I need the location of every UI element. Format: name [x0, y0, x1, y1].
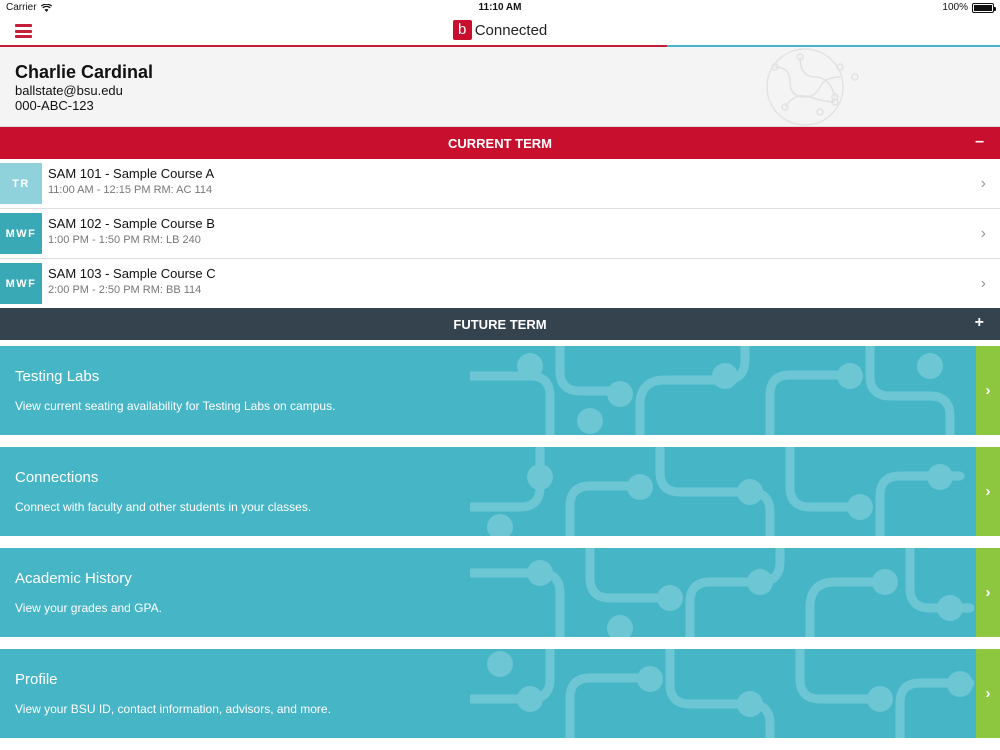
future-term-header[interactable]: FUTURE TERM + [0, 308, 1000, 340]
circuit-pattern-decoration [470, 649, 975, 738]
chevron-right-icon[interactable]: › [976, 548, 1000, 637]
card-title: Academic History [15, 570, 132, 587]
user-name: Charlie Cardinal [15, 62, 154, 82]
current-term-label: CURRENT TERM [448, 135, 552, 151]
chevron-right-icon[interactable]: › [976, 649, 1000, 738]
battery-percent: 100% [942, 2, 968, 13]
expand-icon[interactable]: + [975, 314, 984, 332]
app-brand: b Connected [0, 20, 1000, 40]
course-title: SAM 103 - Sample Course C [48, 266, 216, 281]
course-meta: 1:00 PM - 1:50 PM RM: LB 240 [48, 234, 201, 246]
card-description: Connect with faculty and other students … [15, 500, 312, 514]
course-row[interactable]: MWF SAM 103 - Sample Course C 2:00 PM - … [0, 259, 1000, 309]
course-days-badge: MWF [0, 263, 42, 304]
collapse-icon[interactable]: – [975, 133, 984, 151]
profile-header: Charlie Cardinal ballstate@bsu.edu 000-A… [0, 47, 1000, 127]
card-connections[interactable]: Connections Connect with faculty and oth… [0, 447, 1000, 536]
course-title: SAM 101 - Sample Course A [48, 166, 215, 181]
card-description: View your BSU ID, contact information, a… [15, 702, 331, 716]
course-title: SAM 102 - Sample Course B [48, 216, 215, 231]
chevron-right-icon: › [980, 275, 986, 292]
status-bar: Carrier 11:10 AM 100% [0, 0, 1000, 16]
course-days-badge: MWF [0, 213, 42, 254]
course-row[interactable]: TR SAM 101 - Sample Course A 11:00 AM - … [0, 159, 1000, 209]
circuit-pattern-decoration [470, 346, 955, 435]
status-time: 11:10 AM [478, 2, 522, 13]
chevron-right-icon: › [980, 225, 986, 242]
card-description: View current seating availability for Te… [15, 399, 336, 413]
course-list: TR SAM 101 - Sample Course A 11:00 AM - … [0, 159, 1000, 309]
feature-cards: Testing Labs View current seating availa… [0, 346, 1000, 750]
course-meta: 2:00 PM - 2:50 PM RM: BB 114 [48, 284, 202, 296]
card-description: View your grades and GPA. [15, 601, 162, 615]
app-name: Connected [474, 21, 548, 39]
card-profile[interactable]: Profile View your BSU ID, contact inform… [0, 649, 1000, 738]
chevron-right-icon[interactable]: › [976, 346, 1000, 435]
chevron-right-icon[interactable]: › [976, 447, 1000, 536]
course-meta: 11:00 AM - 12:15 PM RM: AC 114 [48, 184, 213, 196]
card-title: Connections [15, 469, 99, 486]
current-term-header[interactable]: CURRENT TERM – [0, 127, 1000, 159]
course-days-badge: TR [0, 163, 42, 204]
user-id: 000-ABC-123 [15, 98, 94, 113]
brand-logo-icon: b [452, 20, 472, 40]
battery-indicator: 100% [942, 2, 996, 13]
course-row[interactable]: MWF SAM 102 - Sample Course B 1:00 PM - … [0, 209, 1000, 259]
circuit-pattern-decoration [766, 48, 859, 126]
top-nav-bar: b Connected [0, 16, 1000, 46]
card-title: Profile [15, 671, 58, 688]
future-term-label: FUTURE TERM [453, 316, 547, 332]
circuit-pattern-decoration [470, 548, 975, 637]
card-title: Testing Labs [15, 368, 100, 385]
card-academic-history[interactable]: Academic History View your grades and GP… [0, 548, 1000, 637]
chevron-right-icon: › [980, 175, 986, 192]
circuit-pattern-decoration [470, 447, 965, 536]
card-testing-labs[interactable]: Testing Labs View current seating availa… [0, 346, 1000, 435]
user-email: ballstate@bsu.edu [15, 83, 123, 98]
battery-icon [972, 2, 996, 13]
